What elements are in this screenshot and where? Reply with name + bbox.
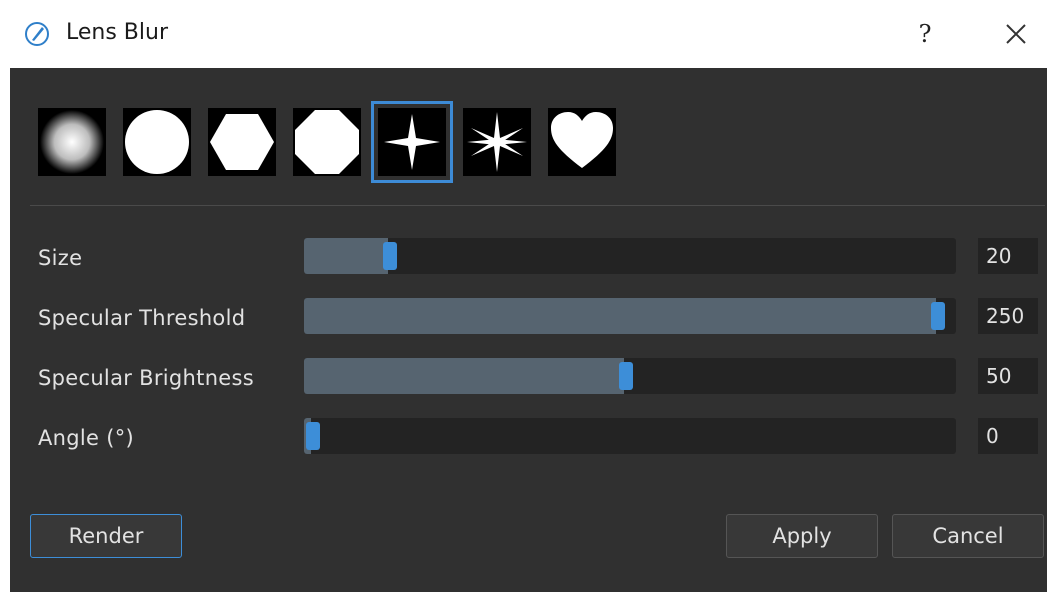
size-slider[interactable] xyxy=(304,238,956,274)
specular-brightness-value-field[interactable]: 50 xyxy=(978,358,1038,394)
gaussian-shape-icon xyxy=(38,108,106,176)
specular-threshold-label: Specular Threshold xyxy=(38,306,246,330)
title-bar: Lens Blur ? xyxy=(0,0,1059,68)
hexagon-shape-icon xyxy=(208,108,276,176)
render-button[interactable]: Render xyxy=(30,514,182,558)
specular-brightness-slider-handle[interactable] xyxy=(618,362,633,390)
size-label: Size xyxy=(38,246,83,270)
six-point-star-shape-icon xyxy=(463,108,531,176)
shape-option-heart[interactable] xyxy=(548,108,616,176)
angle-label: Angle (°) xyxy=(38,426,135,450)
heart-shape-icon xyxy=(548,108,616,176)
angle-slider[interactable] xyxy=(304,418,956,454)
close-icon xyxy=(995,24,1037,58)
close-button[interactable] xyxy=(995,14,1037,54)
four-point-star-shape-icon xyxy=(378,108,446,176)
specular-threshold-slider[interactable] xyxy=(304,298,956,334)
lens-blur-dialog: Size 20 Specular Threshold 250 Specular … xyxy=(10,68,1047,592)
circle-shape-icon xyxy=(123,108,191,176)
specular-threshold-value-field[interactable]: 250 xyxy=(978,298,1038,334)
angle-slider-handle[interactable] xyxy=(306,422,320,450)
specular-threshold-slider-handle[interactable] xyxy=(931,302,946,330)
angle-value-field[interactable]: 0 xyxy=(978,418,1038,454)
shape-option-octagon[interactable] xyxy=(293,108,361,176)
specular-brightness-slider[interactable] xyxy=(304,358,956,394)
shape-option-hexagon[interactable] xyxy=(208,108,276,176)
size-slider-handle[interactable] xyxy=(382,242,397,270)
apply-button[interactable]: Apply xyxy=(726,514,878,558)
pen-nib-icon xyxy=(24,21,50,47)
window-title: Lens Blur xyxy=(66,20,168,45)
help-button[interactable]: ? xyxy=(905,15,945,53)
shape-option-four-point-star[interactable] xyxy=(371,101,453,183)
specular-brightness-label: Specular Brightness xyxy=(38,366,255,390)
shape-option-six-point-star[interactable] xyxy=(463,108,531,176)
divider xyxy=(30,205,1045,206)
cancel-button[interactable]: Cancel xyxy=(892,514,1044,558)
shape-option-circle[interactable] xyxy=(123,108,191,176)
shape-option-gaussian[interactable] xyxy=(38,108,106,176)
octagon-shape-icon xyxy=(293,108,361,176)
size-value-field[interactable]: 20 xyxy=(978,238,1038,274)
